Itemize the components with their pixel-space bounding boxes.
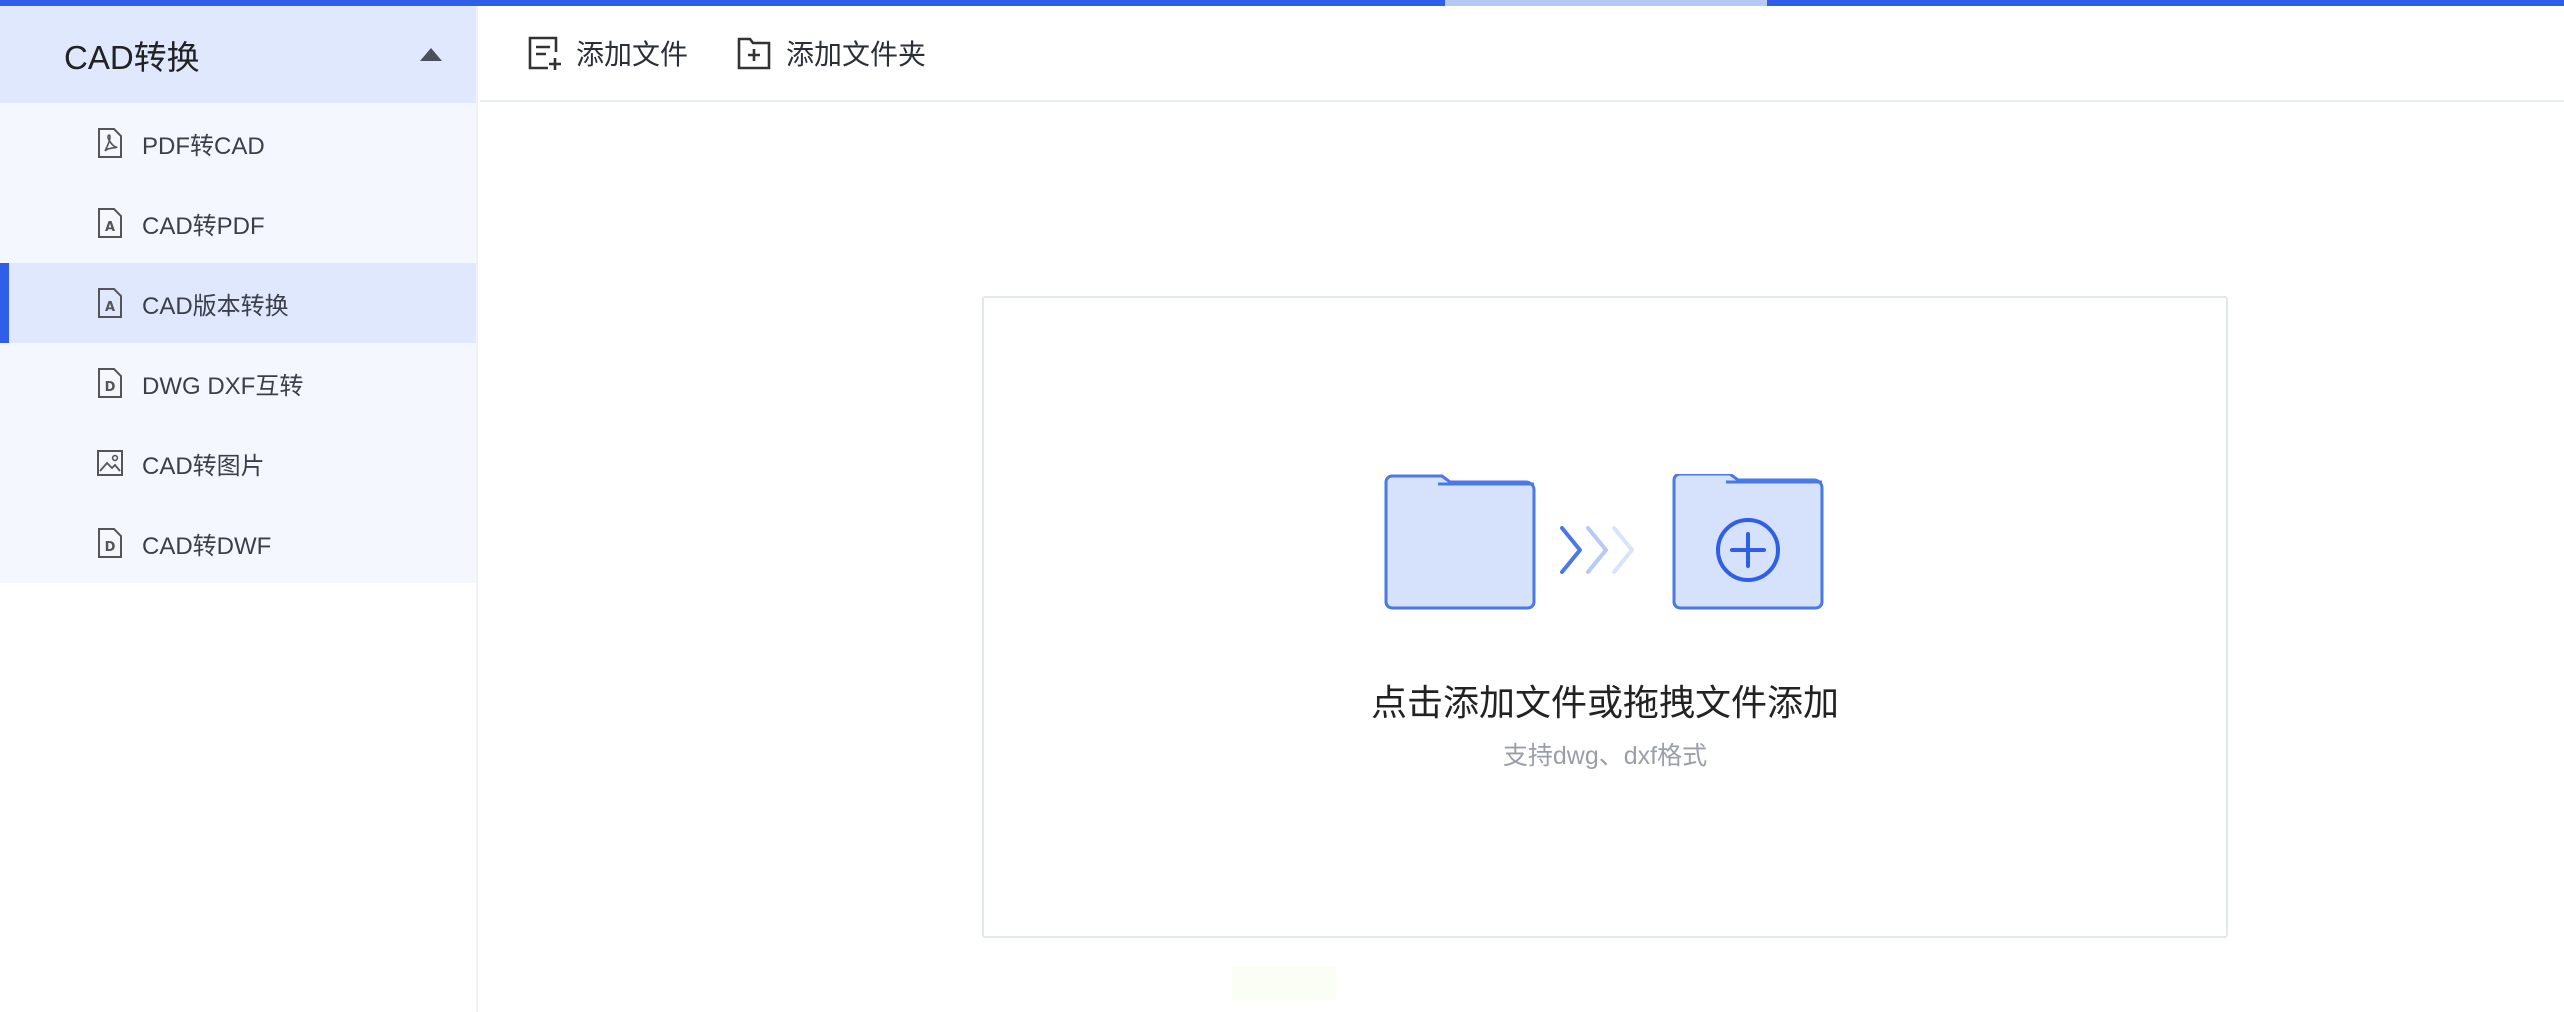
svg-text:D: D <box>105 380 116 395</box>
sidebar-item-cad-to-image[interactable]: CAD转图片 <box>0 423 476 503</box>
sidebar-group-title: CAD转换 <box>64 38 200 76</box>
dropzone-title: 点击添加文件或拖拽文件添加 <box>1370 682 1839 723</box>
add-file-button[interactable]: 添加文件 <box>526 33 688 73</box>
sidebar-item-label: CAD转PDF <box>142 212 265 240</box>
sidebar-item-label: PDF转CAD <box>142 132 265 160</box>
pdf-file-icon <box>96 127 124 159</box>
d-file-icon: D <box>96 527 124 559</box>
sidebar: CAD转换 PDF转CAD A CAD转PDF A CAD版本转换 D DWG … <box>0 6 478 1012</box>
add-folder-button[interactable]: 添加文件夹 <box>736 33 926 73</box>
sidebar-item-cad-to-pdf[interactable]: A CAD转PDF <box>0 183 476 263</box>
file-dropzone[interactable]: 点击添加文件或拖拽文件添加 支持dwg、dxf格式 <box>982 296 2228 938</box>
dropzone-subtitle: 支持dwg、dxf格式 <box>1502 742 1708 770</box>
image-icon <box>96 447 124 479</box>
sidebar-item-label: CAD版本转换 <box>142 292 289 320</box>
a-file-icon: A <box>96 207 124 239</box>
sidebar-item-cad-to-dwf[interactable]: D CAD转DWF <box>0 503 476 583</box>
sidebar-item-pdf-to-cad[interactable]: PDF转CAD <box>0 103 476 183</box>
svg-text:A: A <box>105 220 115 235</box>
sidebar-group-cad-convert[interactable]: CAD转换 <box>0 6 476 103</box>
add-file-label: 添加文件 <box>576 39 689 70</box>
sidebar-item-cad-version-convert[interactable]: A CAD版本转换 <box>0 263 476 343</box>
sidebar-item-label: DWG DXF互转 <box>142 372 304 400</box>
add-folder-label: 添加文件夹 <box>786 39 927 70</box>
collapse-caret-icon[interactable] <box>420 48 442 61</box>
toolbar: 添加文件 添加文件夹 <box>480 6 2564 102</box>
sidebar-menu: PDF转CAD A CAD转PDF A CAD版本转换 D DWG DXF互转 … <box>0 103 476 583</box>
svg-text:D: D <box>105 540 116 555</box>
drag-folder-illustration-icon <box>1384 474 1824 610</box>
svg-text:A: A <box>105 300 115 315</box>
add-folder-icon <box>736 34 772 72</box>
sidebar-item-label: CAD转DWF <box>142 532 272 560</box>
a-file-icon: A <box>96 287 124 319</box>
d-file-icon: D <box>96 367 124 399</box>
faint-overlay <box>1232 966 1336 1000</box>
sidebar-item-label: CAD转图片 <box>142 452 265 480</box>
add-file-icon <box>526 34 562 72</box>
sidebar-item-dwg-dxf-convert[interactable]: D DWG DXF互转 <box>0 343 476 423</box>
